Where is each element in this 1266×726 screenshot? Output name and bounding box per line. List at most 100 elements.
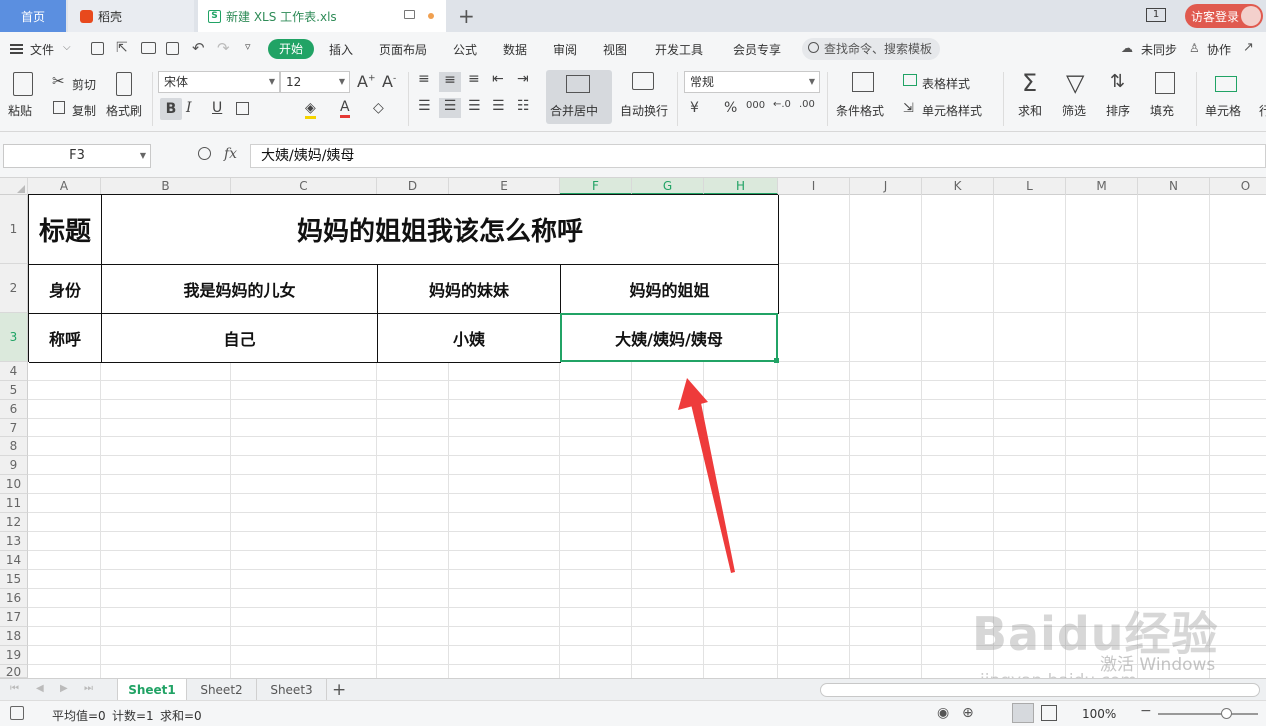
paste-button[interactable]: 粘贴 [8, 102, 32, 119]
align-middle-icon[interactable]: ≡ [439, 72, 461, 92]
add-sheet-button[interactable]: + [332, 679, 346, 701]
copy-button[interactable]: 复制 [72, 102, 96, 119]
tab-home[interactable]: 首页 [0, 0, 66, 32]
cell-b3[interactable]: 自己 [102, 314, 378, 363]
row-header-14[interactable]: 14 [0, 551, 28, 570]
monitor-icon[interactable] [404, 10, 415, 19]
row-header-7[interactable]: 7 [0, 419, 28, 437]
tab-daoke[interactable]: 稻壳 [68, 0, 194, 32]
insert-function-button[interactable]: fx [224, 146, 237, 162]
filter-button[interactable]: 筛选 [1062, 102, 1086, 119]
sheet-nav-next-icon[interactable]: ▶ [60, 683, 68, 694]
distribute-icon[interactable]: ☷ [517, 98, 530, 114]
col-header-g[interactable]: G [632, 178, 704, 195]
cell-a1[interactable]: 标题 [29, 195, 102, 265]
wrap-text-button[interactable]: 自动换行 [620, 102, 668, 119]
merge-center-button[interactable]: 合并居中 [546, 70, 612, 124]
align-right-icon[interactable]: ☰ [468, 98, 481, 114]
zoom-out-icon[interactable]: − [1140, 703, 1152, 719]
menu-insert[interactable]: 插入 [329, 41, 353, 58]
increase-font-icon[interactable]: A+ [357, 72, 376, 91]
cell-b1-title[interactable]: 妈妈的姐姐我该怎么称呼 [102, 195, 779, 265]
cell-style-button[interactable]: 单元格样式 [922, 102, 982, 119]
indent-increase-icon[interactable]: ⇥ [517, 71, 529, 87]
cell-d3[interactable]: 小姨 [378, 314, 561, 363]
col-header-n[interactable]: N [1138, 178, 1210, 195]
visitor-login-button[interactable]: 访客登录 [1185, 4, 1263, 28]
new-tab-button[interactable]: + [458, 4, 475, 28]
row-header-17[interactable]: 17 [0, 608, 28, 627]
menu-start[interactable]: 开始 [268, 39, 314, 59]
fill-button[interactable]: 填充 [1150, 102, 1174, 119]
conditional-format-button[interactable]: 条件格式 [836, 102, 884, 119]
col-header-h[interactable]: H [704, 178, 778, 195]
collab-button[interactable]: 协作 [1207, 41, 1231, 58]
col-header-l[interactable]: L [994, 178, 1066, 195]
normal-view-icon[interactable] [1012, 703, 1034, 723]
col-header-k[interactable]: K [922, 178, 994, 195]
menu-formula[interactable]: 公式 [453, 41, 477, 58]
sheet-nav-prev-icon[interactable]: ◀ [36, 683, 44, 694]
save-icon[interactable] [91, 42, 104, 55]
row-header-16[interactable]: 16 [0, 589, 28, 608]
fill-color-icon[interactable]: ◈ [305, 100, 316, 119]
col-header-o[interactable]: O [1210, 178, 1266, 195]
formula-input[interactable]: 大姨/姨妈/姨母 [250, 144, 1266, 168]
thousands-button[interactable]: 000 [746, 100, 765, 111]
tab-document[interactable]: S 新建 XLS 工作表.xls [198, 0, 446, 32]
col-header-f[interactable]: F [560, 178, 632, 195]
print-icon[interactable] [141, 42, 156, 54]
layout-icon[interactable]: ⊕ [962, 705, 974, 721]
row-header-6[interactable]: 6 [0, 400, 28, 419]
cell-d2[interactable]: 妈妈的妹妹 [378, 265, 561, 314]
page-view-icon[interactable] [1041, 705, 1057, 721]
select-all-corner[interactable] [0, 178, 28, 195]
align-center-icon[interactable]: ☰ [439, 98, 461, 118]
row-header-5[interactable]: 5 [0, 381, 28, 400]
col-header-j[interactable]: J [850, 178, 922, 195]
cell-f2[interactable]: 妈妈的姐姐 [561, 265, 779, 314]
redo-icon[interactable]: ↷ [217, 39, 230, 57]
menu-page-layout[interactable]: 页面布局 [379, 41, 427, 58]
menu-data[interactable]: 数据 [503, 41, 527, 58]
row-header-3[interactable]: 3 [0, 313, 28, 362]
font-name-select[interactable]: 宋体 ▼ [158, 71, 280, 93]
zoom-slider[interactable] [1158, 713, 1258, 715]
zoom-search-icon[interactable] [198, 147, 211, 160]
row-header-11[interactable]: 11 [0, 494, 28, 513]
cell-f3-selected[interactable]: 大姨/姨妈/姨母 [560, 313, 778, 362]
col-header-b[interactable]: B [101, 178, 231, 195]
row-header-18[interactable]: 18 [0, 627, 28, 646]
wrap-text-icon[interactable] [632, 72, 654, 90]
cut-button[interactable]: 剪切 [72, 76, 96, 93]
col-header-a[interactable]: A [28, 178, 101, 195]
row-header-4[interactable]: 4 [0, 362, 28, 381]
row-header-20[interactable]: 20 [0, 665, 28, 678]
print-preview-icon[interactable] [166, 42, 179, 55]
italic-button[interactable]: I [186, 100, 192, 116]
hamburger-icon[interactable] [10, 44, 23, 54]
col-header-d[interactable]: D [377, 178, 449, 195]
sheet-tab-1[interactable]: Sheet1 [117, 679, 187, 701]
col-header-i[interactable]: I [778, 178, 850, 195]
sheet-tab-2[interactable]: Sheet2 [187, 679, 257, 701]
clear-format-icon[interactable]: ◇ [373, 100, 384, 116]
zoom-slider-thumb[interactable] [1221, 708, 1232, 719]
eye-icon[interactable]: ◉ [937, 705, 949, 721]
menu-review[interactable]: 审阅 [553, 41, 577, 58]
col-header-m[interactable]: M [1066, 178, 1138, 195]
col-header-e[interactable]: E [449, 178, 560, 195]
zoom-level[interactable]: 100% [1082, 707, 1116, 721]
font-size-select[interactable]: 12 ▼ [280, 71, 350, 93]
row-header-13[interactable]: 13 [0, 532, 28, 551]
menu-view[interactable]: 视图 [603, 41, 627, 58]
font-color-icon[interactable]: A [340, 99, 350, 118]
align-top-icon[interactable]: ≡ [418, 71, 430, 87]
undo-icon[interactable]: ↶ [192, 39, 205, 57]
justify-icon[interactable]: ☰ [492, 98, 505, 114]
command-search[interactable]: 查找命令、搜索模板 [802, 38, 940, 60]
row-header-1[interactable]: 1 [0, 195, 28, 264]
percent-button[interactable]: % [724, 100, 737, 116]
horizontal-scrollbar[interactable] [820, 683, 1260, 697]
currency-button[interactable]: ¥ [690, 100, 699, 116]
